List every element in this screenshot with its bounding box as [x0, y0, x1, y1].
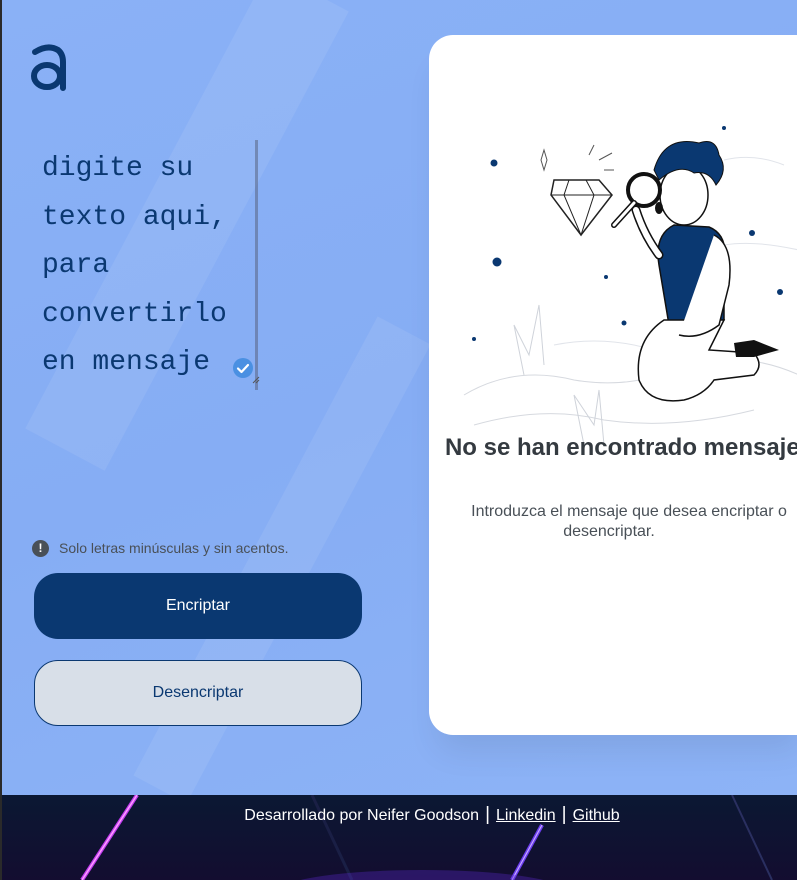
info-icon: !: [32, 539, 49, 557]
checkmark-icon: [233, 358, 253, 378]
result-panel: No se han encontrado mensajes Introduzca…: [429, 35, 797, 735]
resize-handle-icon[interactable]: [252, 376, 260, 384]
result-subtitle-line1: Introduzca el mensaje que desea encripta…: [471, 503, 787, 520]
footer: Desarrollado por Neifer Goodson | Linkedin…: [2, 795, 797, 880]
hint-text: Solo letras minúsculas y sin acentos.: [59, 540, 289, 556]
footer-separator: |: [485, 804, 491, 825]
footer-separator: |: [561, 804, 567, 825]
encrypt-button[interactable]: Encriptar: [34, 573, 362, 639]
result-title: No se han encontrado mensajes: [444, 434, 797, 461]
result-subtitle: Introduzca el mensaje que desea encripta…: [459, 502, 797, 542]
alura-logo: [31, 44, 66, 91]
input-hint: ! Solo letras minúsculas y sin acentos.: [32, 538, 289, 558]
message-input-text[interactable]: digite su texto aqui, para convertirlo e…: [42, 140, 252, 388]
decrypt-button[interactable]: Desencriptar: [34, 660, 362, 726]
message-input[interactable]: digite su texto aqui, para convertirlo e…: [42, 140, 258, 390]
empty-state-illustration: [463, 126, 797, 446]
linkedin-link[interactable]: Linkedin: [496, 807, 556, 824]
app-window: digite su texto aqui, para convertirlo e…: [0, 0, 797, 880]
result-subtitle-line2: desencriptar.: [563, 523, 655, 540]
footer-credit-text: Desarrollado por Neifer Goodson: [244, 807, 480, 824]
footer-credit: Desarrollado por Neifer Goodson | Linkedin…: [2, 804, 797, 826]
github-link[interactable]: Github: [573, 807, 620, 824]
